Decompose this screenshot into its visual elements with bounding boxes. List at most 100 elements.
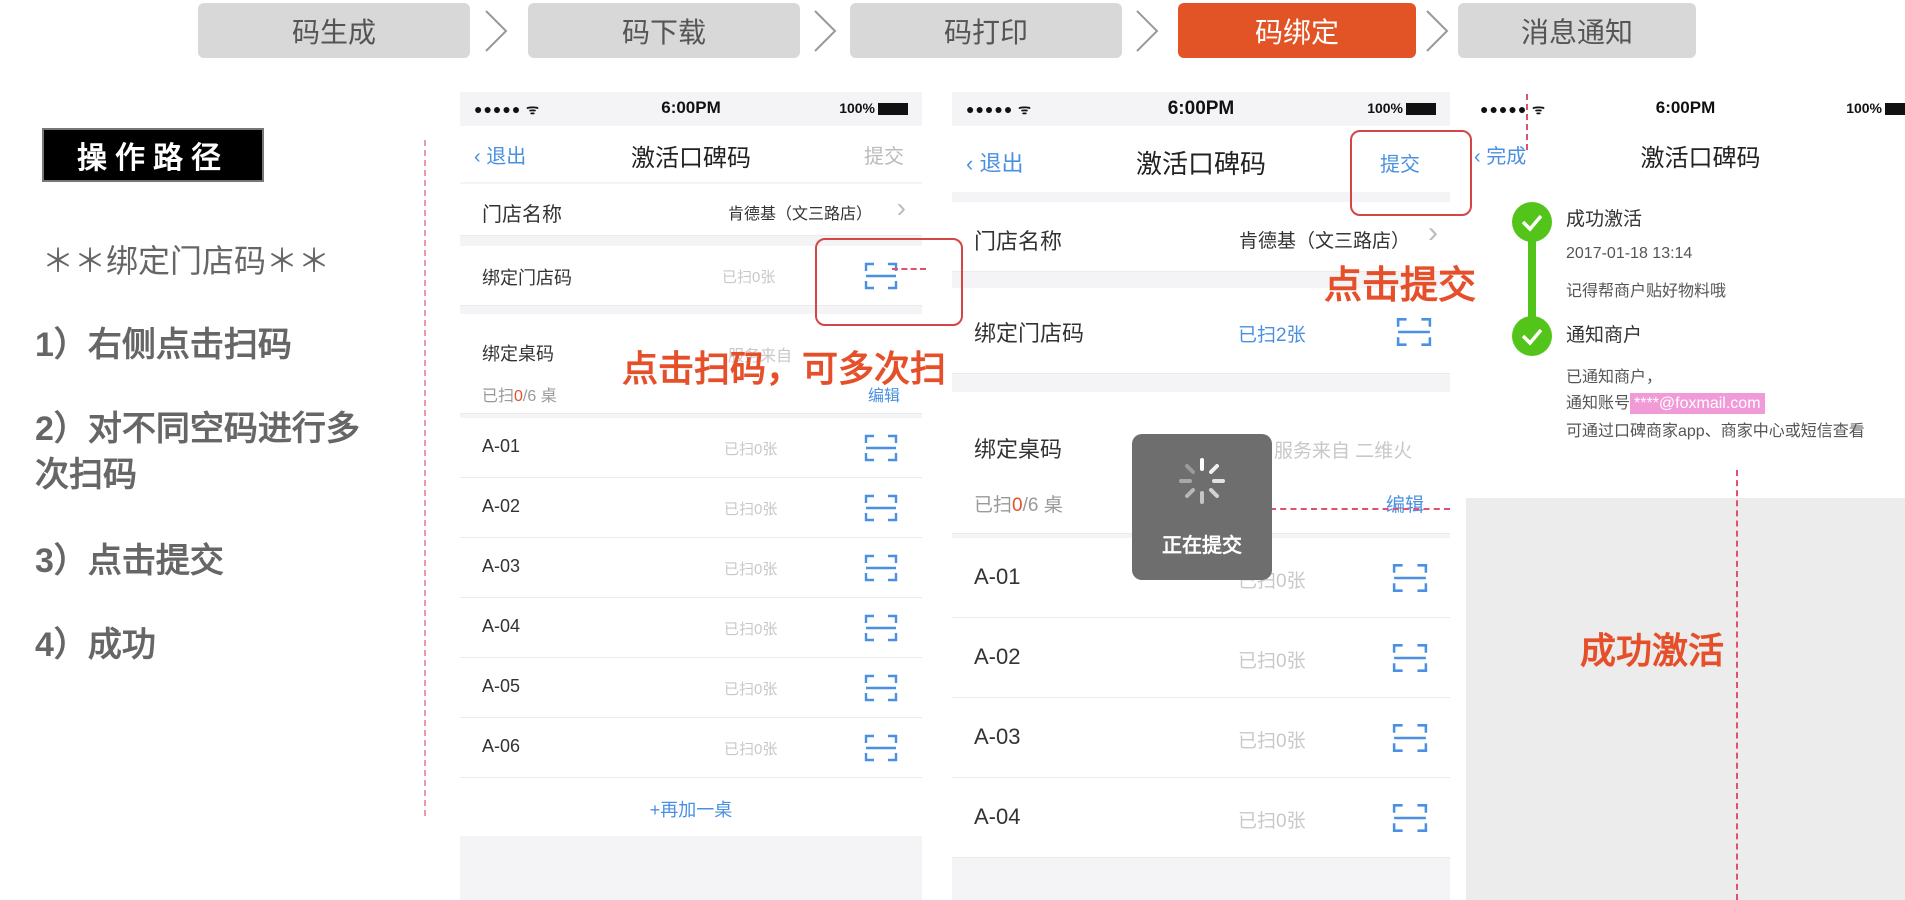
event-notified-line1: 已通知商户， (1566, 369, 1663, 386)
table-row: A-02 已扫0张 (952, 618, 1450, 698)
scan-icon[interactable] (864, 674, 898, 702)
bind-store-code-count: 已扫0张 (722, 269, 776, 286)
scan-icon[interactable] (864, 494, 898, 522)
table-row: A-04 已扫0张 (460, 598, 922, 658)
account-prefix: 通知账号 (1566, 395, 1631, 412)
store-name-row[interactable]: 门店名称 肯德基（文三路店） › (460, 184, 922, 236)
table-row: A-01 已扫0张 (460, 418, 922, 478)
scan-hint-annotation: 点击扫码，可多次扫 (622, 348, 947, 389)
add-table-button[interactable]: +再加一桌 (460, 796, 922, 822)
event-notified-line3: 可通过口碑商家app、商家中心或短信查看 (1566, 423, 1865, 440)
edit-button[interactable]: 编辑 (1386, 490, 1424, 517)
table-scan-count: 已扫0张 (1238, 731, 1306, 752)
page-title: 激活口碑码 (1640, 145, 1761, 172)
chevron-right-icon (1136, 10, 1159, 52)
instruction-step-4: 4）成功 (35, 626, 156, 664)
table-scan-count: 已扫0张 (724, 441, 778, 458)
scanned-count: 0 (514, 388, 523, 405)
step-label: 码绑定 (1254, 16, 1339, 48)
check-circle-icon (1512, 202, 1552, 242)
table-name: A-04 (482, 616, 521, 636)
table-row: A-06 已扫0张 (460, 718, 922, 778)
step-bind[interactable]: 码绑定 (1178, 3, 1416, 58)
table-name: A-03 (482, 556, 521, 576)
check-circle-icon (1512, 316, 1552, 356)
submit-highlight-box (1350, 130, 1472, 216)
bind-store-code-label: 绑定门店码 (974, 321, 1085, 346)
scanned-prefix: 已扫 (974, 495, 1013, 516)
step-label: 码下载 (621, 16, 706, 48)
step-label: 消息通知 (1520, 16, 1633, 48)
step-label: 码生成 (291, 16, 376, 48)
battery-icon: 100% (1846, 100, 1905, 116)
step-notify[interactable]: 消息通知 (1458, 3, 1696, 58)
loading-spinner-icon (1179, 458, 1225, 504)
phone-screen-scan: ●●●●● ᯤ 6:00PM 100% ‹ 退出 激活口碑码 提交 门店名称 肯… (460, 92, 922, 900)
table-scan-count: 已扫0张 (1238, 651, 1306, 672)
annotation-connector (892, 268, 926, 270)
instruction-step-1: 1）右侧点击扫码 (35, 326, 292, 364)
operation-path-title: 操作路径 (42, 128, 264, 182)
scan-icon[interactable] (864, 734, 898, 762)
scan-icon[interactable] (1392, 562, 1428, 594)
bind-table-code-label: 绑定桌码 (482, 344, 554, 364)
instruction-step-3: 3）点击提交 (35, 542, 224, 580)
bind-table-code-hint: 服务来自 二维火 (1274, 441, 1413, 462)
submit-button[interactable]: 提交 (864, 140, 904, 169)
store-name-label: 门店名称 (482, 204, 562, 226)
step-download[interactable]: 码下载 (528, 3, 800, 58)
step-generate[interactable]: 码生成 (198, 3, 470, 58)
table-scan-count: 已扫0张 (1238, 811, 1306, 832)
scanned-tables-summary: 已扫0/6 桌 (482, 382, 557, 406)
scanned-count: 0 (1012, 495, 1023, 516)
scan-icon[interactable] (1392, 722, 1428, 754)
battery-level: 100% (839, 100, 875, 116)
instructions-subtitle: ＊＊绑定门店码＊＊ (42, 243, 331, 279)
scanned-prefix: 已扫 (482, 388, 515, 405)
scan-highlight-box (815, 238, 963, 326)
chevron-right-icon (1426, 10, 1449, 52)
table-row: A-03 已扫0张 (952, 698, 1450, 778)
status-time: 6:00PM (1655, 98, 1716, 117)
scan-icon[interactable] (1396, 316, 1432, 348)
instruction-step-2: 2）对不同空码进行多次扫码 (35, 410, 360, 494)
path-title-text: 操作路径 (77, 142, 229, 175)
bind-store-code-count: 已扫2张 (1238, 325, 1306, 346)
nav-bar: ‹ 退出 激活口碑码 提交 (460, 126, 922, 182)
chevron-right-icon: › (1428, 216, 1438, 249)
scan-icon[interactable] (1392, 802, 1428, 834)
table-name: A-01 (482, 436, 521, 456)
edit-connector-line (1270, 508, 1450, 510)
store-name-value: 肯德基（文三路店） (1238, 231, 1410, 252)
success-hint-annotation: 成功激活 (1580, 630, 1725, 671)
table-row: A-03 已扫0张 (460, 538, 922, 598)
activation-timeline: 成功激活 2017-01-18 13:14 记得帮商户贴好物料哦 通知商户 已通… (1466, 182, 1905, 498)
event-activated-title: 成功激活 (1566, 209, 1643, 230)
scan-icon[interactable] (864, 434, 898, 462)
page-title: 激活口碑码 (631, 145, 751, 172)
scan-icon[interactable] (864, 614, 898, 642)
table-scan-count: 已扫0张 (724, 681, 778, 698)
status-bar: ●●●●● ᯤ 6:00PM 100% (1466, 92, 1905, 126)
scan-icon[interactable] (1392, 642, 1428, 674)
event-notified-account: 通知账号 ****@foxmail.com (1566, 390, 1765, 417)
toast-message: 正在提交 (1162, 535, 1242, 557)
store-name-label: 门店名称 (974, 229, 1063, 254)
battery-icon: 100% (1367, 100, 1436, 116)
table-name: A-04 (974, 804, 1021, 829)
table-row: A-02 已扫0张 (460, 478, 922, 538)
scanned-suffix: /6 桌 (1022, 495, 1063, 516)
table-row: A-05 已扫0张 (460, 658, 922, 718)
chevron-right-icon (485, 10, 508, 52)
add-table-row: +再加一桌 (460, 778, 922, 836)
status-bar: ●●●●● ᯤ 6:00PM 100% (952, 92, 1450, 126)
submitting-toast: 正在提交 (1132, 434, 1272, 580)
event-notified-title: 通知商户 (1566, 325, 1643, 346)
chevron-right-icon: › (896, 192, 906, 223)
table-scan-count: 已扫0张 (724, 741, 778, 758)
scan-icon[interactable] (864, 554, 898, 582)
account-connector-line (1736, 470, 1738, 900)
battery-level: 100% (1367, 100, 1403, 116)
step-print[interactable]: 码打印 (850, 3, 1122, 58)
table-scan-count: 已扫0张 (724, 501, 778, 518)
